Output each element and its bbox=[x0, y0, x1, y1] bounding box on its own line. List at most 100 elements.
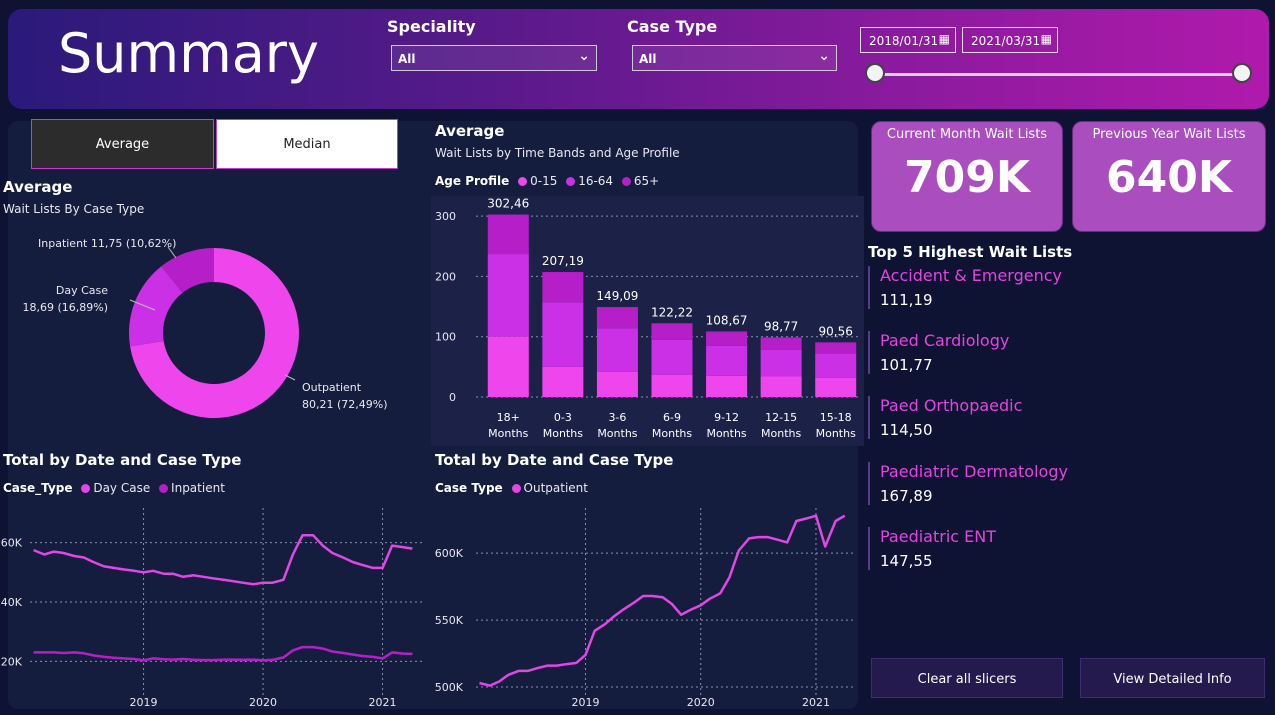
legend-dot-65-plus bbox=[621, 177, 631, 186]
x-tick-label: 2019 bbox=[571, 696, 599, 709]
y-tick-label: 0 bbox=[449, 391, 456, 404]
x-tick-label: 2021 bbox=[802, 696, 830, 709]
bar-segment bbox=[542, 366, 584, 397]
bar-segment bbox=[706, 345, 748, 376]
bar-total-label: 108,67 bbox=[706, 313, 748, 327]
top5-item: Paediatric ENT 147,55 bbox=[868, 527, 1260, 570]
donut-label: 18,69 (16,89%) bbox=[22, 301, 108, 314]
top5-item: Paed Orthopaedic 114,50 bbox=[868, 396, 1260, 439]
x-tick-label: Months bbox=[652, 427, 692, 440]
bar-segment bbox=[651, 339, 693, 375]
y-tick-label: 500K bbox=[435, 681, 464, 694]
calendar-icon: ▦ bbox=[1040, 32, 1052, 46]
bar-segment bbox=[651, 374, 693, 397]
top5-value: 147,55 bbox=[880, 552, 933, 570]
x-tick-label: 2021 bbox=[369, 696, 397, 709]
legend-dot-0-15 bbox=[518, 177, 528, 186]
y-tick-label: 300 bbox=[435, 210, 456, 223]
donut-label: 80,21 (72,49%) bbox=[302, 398, 388, 411]
legend-title: Case Type bbox=[435, 481, 503, 495]
bar-segment bbox=[487, 214, 529, 255]
speciality-label: Speciality bbox=[387, 17, 476, 36]
date-start-input[interactable]: 2018/01/31 ▦ bbox=[860, 27, 956, 53]
legend-dot-inpatient bbox=[159, 484, 169, 493]
case-type-dropdown[interactable]: All ⌄ bbox=[632, 45, 837, 71]
legend-item-0-15: 0-15 bbox=[530, 174, 558, 188]
previous-year-kpi-card: Previous Year Wait Lists 640K bbox=[1072, 121, 1266, 232]
bar-segment bbox=[542, 272, 584, 303]
bar-segment bbox=[542, 302, 584, 367]
legend-dot-outpatient bbox=[511, 484, 521, 493]
case-type-label: Case Type bbox=[627, 17, 718, 36]
bar-chart-title: Average bbox=[435, 122, 505, 140]
clear-slicers-button[interactable]: Clear all slicers bbox=[871, 658, 1063, 698]
view-details-button[interactable]: View Detailed Info bbox=[1080, 658, 1265, 698]
bar-chart: 0 100 200 300 302,46 18+ Months 207,19 0-3 Months… bbox=[431, 196, 864, 446]
date-end-value: 2021/03/31 bbox=[971, 34, 1041, 48]
legend-title: Case_Type bbox=[3, 481, 73, 495]
date-slider-start-handle[interactable] bbox=[865, 63, 885, 83]
date-slider-end-handle[interactable] bbox=[1232, 63, 1252, 83]
bar-segment bbox=[815, 377, 857, 397]
bar-chart-subtitle: Wait Lists by Time Bands and Age Profile bbox=[435, 146, 680, 160]
top5-value: 167,89 bbox=[880, 487, 933, 505]
donut-label: Outpatient bbox=[302, 381, 362, 394]
x-tick-label: Months bbox=[706, 427, 746, 440]
top5-item: Paed Cardiology 101,77 bbox=[868, 331, 1260, 374]
donut-title: Average bbox=[3, 178, 73, 196]
x-tick-label: Months bbox=[816, 427, 856, 440]
legend-item-16-64: 16-64 bbox=[578, 174, 614, 188]
bar-segment bbox=[651, 323, 693, 340]
y-tick-label: 600K bbox=[435, 547, 464, 560]
legend-title: Age Profile bbox=[435, 174, 510, 188]
x-tick-label: 0-3 bbox=[554, 411, 572, 424]
donut-label: Day Case bbox=[56, 284, 108, 297]
bar-total-label: 90,56 bbox=[819, 324, 853, 338]
line-chart-left: 20K 40K 60K 2019 2020 2021 bbox=[1, 508, 422, 709]
bar-segment bbox=[706, 375, 748, 397]
top5-value: 114,50 bbox=[880, 421, 933, 439]
bar-segment bbox=[760, 337, 802, 350]
bar-segment bbox=[487, 336, 529, 397]
x-tick-label: 2019 bbox=[130, 696, 158, 709]
legend-item-day-case: Day Case bbox=[93, 481, 151, 495]
x-tick-label: Months bbox=[761, 427, 801, 440]
series-line-outpatient bbox=[479, 514, 846, 687]
line-right-title: Total by Date and Case Type bbox=[435, 451, 674, 469]
bar-total-label: 122,22 bbox=[651, 305, 693, 319]
x-tick-label: 12-15 bbox=[765, 411, 797, 424]
donut-leader-line bbox=[284, 374, 296, 381]
x-tick-label: 2020 bbox=[687, 696, 715, 709]
kpi-label: Current Month Wait Lists bbox=[886, 127, 1048, 142]
top5-name: Paediatric ENT bbox=[880, 527, 997, 546]
bar-segment bbox=[815, 342, 857, 354]
median-toggle-button[interactable]: Median bbox=[216, 119, 398, 169]
top5-item: Paediatric Dermatology 167,89 bbox=[868, 462, 1260, 505]
x-tick-label: Months bbox=[597, 427, 637, 440]
x-tick-label: 9-12 bbox=[714, 411, 739, 424]
speciality-dropdown[interactable]: All ⌄ bbox=[391, 45, 597, 71]
date-range-slider-track[interactable] bbox=[874, 73, 1243, 76]
donut-label: Inpatient 11,75 (10,62%) bbox=[38, 237, 176, 250]
bar-total-label: 207,19 bbox=[542, 254, 584, 268]
series-line-inpatient bbox=[33, 645, 413, 662]
bar-segment bbox=[815, 353, 857, 378]
x-tick-label: 2020 bbox=[249, 696, 277, 709]
average-toggle-button[interactable]: Average bbox=[31, 119, 214, 169]
top5-name: Paediatric Dermatology bbox=[880, 462, 1068, 481]
legend-item-65-plus: 65+ bbox=[633, 174, 660, 188]
legend-item-inpatient: Inpatient bbox=[171, 481, 225, 495]
y-tick-label: 100 bbox=[435, 331, 456, 344]
bar-segment bbox=[706, 331, 748, 346]
bar-segment bbox=[760, 349, 802, 377]
x-tick-label: 15-18 bbox=[820, 411, 852, 424]
date-end-input[interactable]: 2021/03/31 ▦ bbox=[962, 27, 1058, 53]
x-tick-label: Months bbox=[543, 427, 583, 440]
date-start-value: 2018/01/31 bbox=[869, 34, 939, 48]
kpi-value: 709K bbox=[904, 152, 1030, 203]
x-tick-label: 18+ bbox=[497, 411, 520, 424]
legend-item-outpatient: Outpatient bbox=[523, 481, 588, 495]
line-chart-right: 500K 550K 600K 2019 2020 2021 bbox=[435, 508, 854, 709]
chevron-down-icon: ⌄ bbox=[818, 48, 830, 64]
y-tick-label: 20K bbox=[1, 655, 23, 668]
